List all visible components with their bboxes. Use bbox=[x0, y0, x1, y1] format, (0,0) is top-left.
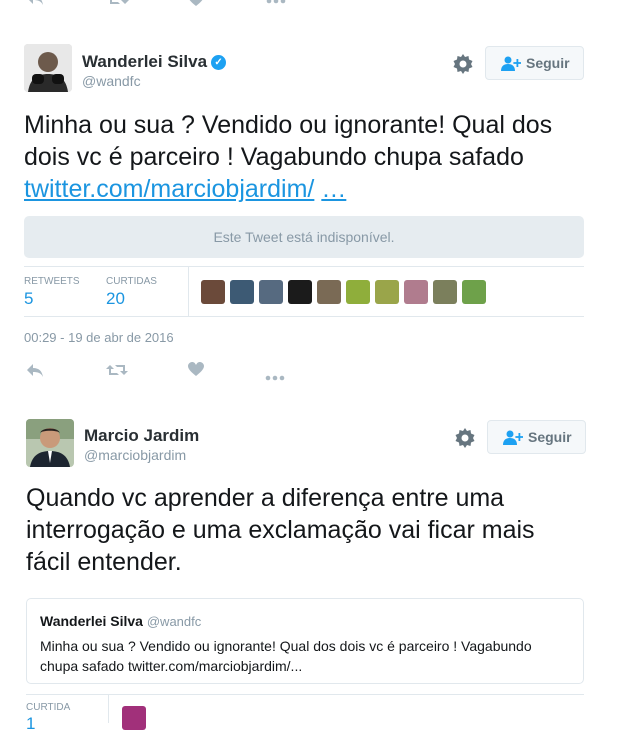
divider bbox=[24, 266, 584, 267]
divider bbox=[26, 694, 584, 695]
quoted-text: Minha ou sua ? Vendido ou ignorante! Qua… bbox=[40, 638, 532, 674]
unavailable-tweet-card: Este Tweet está indisponível. bbox=[24, 216, 584, 258]
quoted-author[interactable]: Wanderlei Silva @wandfc bbox=[40, 613, 201, 629]
likes-label[interactable]: CURTIDA bbox=[26, 702, 70, 713]
liker-avatar[interactable] bbox=[122, 706, 146, 730]
tweet-body: Minha ou sua ? Vendido ou ignorante! Qua… bbox=[24, 111, 553, 171]
heart-icon[interactable] bbox=[188, 362, 204, 380]
add-user-icon bbox=[503, 430, 523, 445]
author-name-text[interactable]: Wanderlei Silva bbox=[82, 52, 207, 71]
reply-icon[interactable] bbox=[26, 362, 44, 381]
retweet-icon[interactable] bbox=[106, 362, 128, 381]
gear-icon[interactable] bbox=[453, 54, 473, 74]
follow-button[interactable]: Seguir bbox=[487, 420, 586, 454]
avatar[interactable] bbox=[26, 419, 74, 467]
quoted-tweet[interactable]: Wanderlei Silva @wandfc Minha ou sua ? V… bbox=[26, 598, 584, 684]
gear-icon[interactable] bbox=[455, 428, 475, 448]
quoted-author-handle: @wandfc bbox=[146, 614, 202, 629]
liker-avatar[interactable] bbox=[462, 280, 486, 304]
tweet-link-ellipsis[interactable]: … bbox=[321, 175, 346, 203]
retweets-count[interactable]: 5 bbox=[24, 289, 33, 309]
divider bbox=[108, 694, 109, 723]
follow-button[interactable]: Seguir bbox=[485, 46, 584, 80]
tweet-text: Minha ou sua ? Vendido ou ignorante! Qua… bbox=[24, 109, 584, 205]
tweet-link[interactable]: twitter.com/marciobjardim/ bbox=[24, 175, 314, 203]
liker-avatar[interactable] bbox=[433, 280, 457, 304]
tweet-timestamp[interactable]: 00:29 - 19 de abr de 2016 bbox=[24, 330, 174, 345]
verified-badge-icon: ✓ bbox=[211, 55, 227, 71]
retweets-label[interactable]: RETWEETS bbox=[24, 276, 80, 287]
reply-icon[interactable] bbox=[26, 0, 44, 9]
more-icon[interactable] bbox=[266, 0, 286, 7]
liker-avatar[interactable] bbox=[375, 280, 399, 304]
tweet-text: Quando vc aprender a diferença entre uma… bbox=[26, 484, 535, 576]
author-handle[interactable]: @marciobjardim bbox=[84, 447, 186, 463]
retweet-icon[interactable] bbox=[107, 0, 129, 10]
avatar[interactable] bbox=[24, 44, 72, 92]
likes-count[interactable]: 20 bbox=[106, 289, 125, 309]
follow-label: Seguir bbox=[528, 429, 572, 445]
liker-avatar[interactable] bbox=[201, 280, 225, 304]
likes-label[interactable]: CURTIDAS bbox=[106, 276, 157, 287]
follow-label: Seguir bbox=[526, 55, 570, 71]
author-handle[interactable]: @wandfc bbox=[82, 73, 141, 89]
liker-avatar[interactable] bbox=[288, 280, 312, 304]
liker-avatar[interactable] bbox=[404, 280, 428, 304]
divider bbox=[188, 266, 189, 316]
add-user-icon bbox=[501, 56, 521, 71]
divider bbox=[24, 316, 584, 317]
liker-avatar[interactable] bbox=[346, 280, 370, 304]
likes-count[interactable]: 1 bbox=[26, 714, 35, 734]
more-icon[interactable] bbox=[265, 366, 285, 384]
author-name[interactable]: Wanderlei Silva ✓ bbox=[82, 52, 227, 72]
liker-avatar[interactable] bbox=[259, 280, 283, 304]
quoted-author-name: Wanderlei Silva bbox=[40, 613, 143, 629]
author-name[interactable]: Marcio Jardim bbox=[84, 426, 199, 446]
heart-icon[interactable] bbox=[188, 0, 204, 10]
liker-avatar[interactable] bbox=[230, 280, 254, 304]
liker-avatar[interactable] bbox=[317, 280, 341, 304]
